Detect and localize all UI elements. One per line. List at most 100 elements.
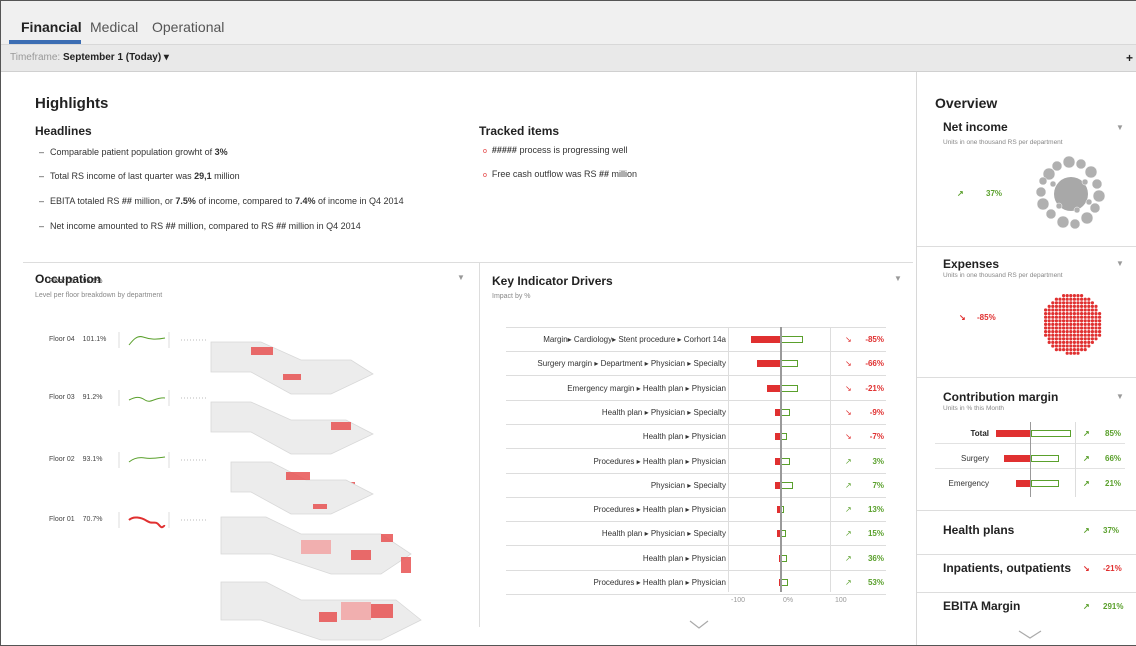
chevron-down-icon[interactable] — [1018, 630, 1042, 640]
positive-bar — [781, 457, 791, 465]
driver-label: Procedures ▸ Health plan ▸ Physician — [593, 456, 726, 466]
axis-label-neg: -100 — [731, 597, 746, 604]
section-divider — [917, 554, 1136, 555]
driver-row[interactable]: Margin▸ Cardiology▸ Stent procedure ▸ Co… — [506, 328, 886, 352]
driver-row[interactable]: Health plan ▸ Physician ▸ Specialty ↘ -9% — [506, 401, 886, 425]
positive-bar — [781, 336, 804, 343]
contribution-title: Contribution margin — [943, 390, 1059, 404]
trend-up-icon: ↗ — [845, 505, 852, 515]
positive-bar — [781, 360, 799, 368]
negative-bar — [996, 430, 1030, 437]
department-bubble[interactable] — [1035, 186, 1047, 198]
kpi-row[interactable]: Health plans ↗ 37% — [917, 519, 1136, 555]
department-bubble[interactable] — [1051, 160, 1063, 172]
expenses-subtitle: Units in one thousand RS per department — [943, 272, 1063, 279]
driver-label: Health plan ▸ Physician — [642, 553, 726, 563]
add-icon[interactable]: + — [1126, 51, 1133, 65]
positive-bar — [1031, 480, 1059, 487]
dashboard-window: Financial Medical Operational Timeframe:… — [0, 0, 1136, 646]
triangle-down-icon[interactable]: ▼ — [894, 274, 902, 283]
department-bubble[interactable] — [1092, 189, 1106, 203]
kpi-row[interactable]: Inpatients, outpatients ↘ -21% — [917, 557, 1136, 593]
triangle-down-icon[interactable]: ▼ — [1116, 259, 1124, 268]
expenses-title: Expenses — [943, 257, 1000, 271]
tracked-items-title: Tracked items — [479, 124, 560, 138]
floor-slab[interactable] — [210, 341, 374, 395]
tab-financial[interactable]: Financial — [21, 19, 82, 35]
driver-row[interactable]: Procedures ▸ Health plan ▸ Physician ↗ 53% — [506, 571, 886, 595]
tab-bar: Financial Medical Operational — [1, 1, 1136, 45]
department-bubble[interactable] — [1056, 215, 1070, 229]
driver-row[interactable]: Procedures ▸ Health plan ▸ Physician ↗ 13% — [506, 498, 886, 523]
contribution-label: Total — [970, 429, 989, 438]
axis-label-pos: 100 — [835, 597, 847, 604]
section-divider — [917, 377, 1136, 378]
column-divider — [479, 262, 480, 627]
department-highlight — [401, 557, 411, 573]
negative-bar — [756, 360, 780, 368]
triangle-down-icon[interactable]: ▼ — [1116, 392, 1124, 401]
department-bubble[interactable] — [1045, 208, 1057, 220]
driver-row[interactable]: Physician ▸ Specialty ↗ 7% — [506, 474, 886, 498]
floor-sparkline — [128, 396, 166, 402]
triangle-down-icon[interactable]: ▼ — [1116, 123, 1124, 132]
department-highlight — [251, 347, 273, 355]
trend-up-icon: ↗ — [845, 529, 852, 539]
cm-value-rule — [1075, 422, 1076, 497]
department-bubble[interactable] — [1055, 202, 1063, 210]
trend-up-icon: ↗ — [1083, 602, 1090, 611]
floor-value: 95.5% — [80, 278, 103, 285]
department-bubble[interactable] — [1069, 218, 1081, 230]
kpi-title: EBITA Margin — [943, 599, 1021, 613]
department-bubble[interactable] — [1084, 165, 1098, 179]
negative-bar — [767, 384, 780, 392]
driver-label: Health plan ▸ Physician — [642, 432, 726, 442]
driver-row[interactable]: Health plan ▸ Physician ▸ Specialty ↗ 15% — [506, 522, 886, 547]
section-divider — [917, 592, 1136, 593]
department-highlight — [313, 504, 327, 509]
headline-item: – Comparable patient population growht of… — [39, 147, 228, 157]
headline-item: – EBITA totaled RS ## million, or 7.5% of… — [39, 196, 404, 206]
net-income-title: Net income — [943, 120, 1008, 134]
kpi-value: 37% — [1103, 526, 1120, 535]
driver-value: 36% — [867, 553, 884, 563]
driver-value: 53% — [867, 578, 884, 587]
trend-down-icon: ↘ — [845, 359, 852, 369]
kpi-row[interactable]: EBITA Margin ↗ 291% — [917, 595, 1136, 631]
floor-slab[interactable] — [230, 461, 374, 515]
expenses-value: -85% — [977, 313, 996, 322]
contribution-value: 66% — [1105, 454, 1122, 463]
driver-row[interactable]: Health plan ▸ Physician ↘ -7% — [506, 425, 886, 450]
contribution-label: Surgery — [960, 454, 989, 463]
tracked-item: o Free cash outflow was RS ## million — [483, 169, 637, 179]
tab-medical[interactable]: Medical — [90, 19, 138, 35]
department-bubble[interactable] — [1049, 180, 1057, 188]
driver-value: -85% — [865, 335, 884, 344]
floor-sparkline — [128, 336, 166, 346]
driver-row[interactable]: Surgery margin ▸ Department ▸ Physician … — [506, 352, 886, 377]
department-bubble[interactable] — [1038, 176, 1048, 186]
department-bubble[interactable] — [1089, 202, 1101, 214]
department-bubble[interactable] — [1073, 206, 1081, 214]
department-bubble[interactable] — [1091, 178, 1103, 190]
department-bubble[interactable] — [1085, 198, 1093, 206]
driver-value: 7% — [872, 480, 884, 490]
tab-operational[interactable]: Operational — [152, 19, 224, 35]
driver-row[interactable]: Emergency margin ▸ Health plan ▸ Physici… — [506, 377, 886, 401]
department-bubble[interactable] — [1036, 197, 1050, 211]
department-bubble[interactable] — [1075, 158, 1087, 170]
driver-row[interactable]: Health plan ▸ Physician ↗ 36% — [506, 547, 886, 571]
trend-up-icon: ↗ — [1083, 526, 1090, 535]
driver-label: Health plan ▸ Physician ▸ Specialty — [601, 529, 726, 539]
triangle-down-icon[interactable]: ▼ — [457, 273, 465, 282]
driver-row[interactable]: Procedures ▸ Health plan ▸ Physician ↗ 3% — [506, 450, 886, 474]
floor-label[interactable]: Floor 05 95.5% — [49, 278, 102, 285]
department-bubble[interactable] — [1062, 155, 1076, 169]
department-bubble[interactable] — [1080, 211, 1094, 225]
drivers-value-rule — [830, 327, 831, 592]
contribution-subtitle: Units in % this Month — [943, 405, 1005, 412]
chevron-down-icon[interactable] — [689, 620, 709, 630]
department-bubble[interactable] — [1081, 178, 1089, 186]
kpi-title: Inpatients, outpatients — [943, 561, 1072, 575]
timeframe-selector[interactable]: Timeframe: September 1 (Today) ▾ — [10, 52, 169, 63]
